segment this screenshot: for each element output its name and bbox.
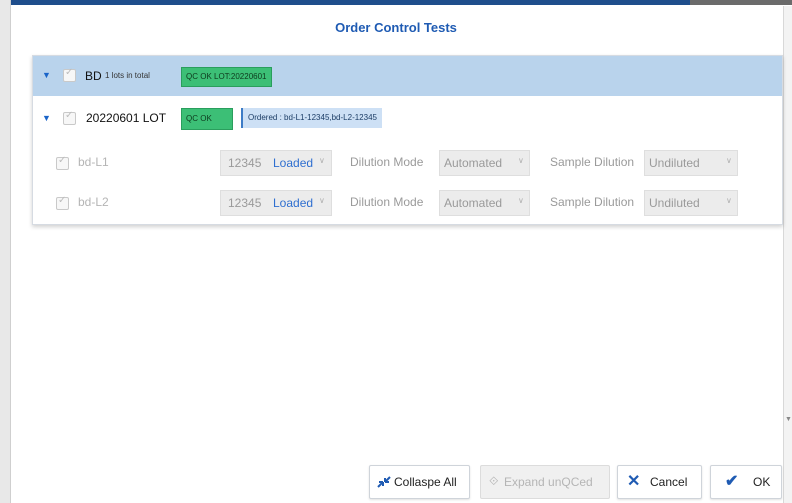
lot-name: 20220601 LOT [86, 111, 167, 125]
lot-status-badge: QC OK [181, 108, 233, 130]
dilution-mode-label: Dilution Mode [350, 195, 424, 209]
chevron-down-icon: ∨ [518, 156, 524, 165]
collapse-all-button[interactable]: Collaspe All [369, 465, 470, 499]
group-row[interactable]: ▼ BD 1 lots in total QC OK LOT:20220601 [33, 56, 782, 96]
lot-ordered-badge: Ordered : bd-L1-12345,bd-L2-12345 [241, 108, 382, 128]
load-state: Loaded [273, 156, 314, 170]
control-tests-panel: ▼ BD 1 lots in total QC OK LOT:20220601 … [32, 55, 783, 225]
chevron-down-icon: ∨ [518, 196, 524, 205]
chevron-down-icon: ∨ [319, 196, 325, 205]
close-icon: ✕ [627, 473, 641, 490]
ok-button[interactable]: ✔ OK [710, 465, 782, 499]
expand-unqced-label: Expand unQCed [504, 475, 593, 489]
scroll-down-icon[interactable]: ▼ [785, 416, 792, 423]
dilution-mode-value: Automated [444, 156, 503, 170]
dilution-mode-select[interactable]: Automated ∨ [439, 190, 530, 216]
group-status-badge: QC OK LOT:20220601 [181, 67, 272, 87]
sample-dilution-select[interactable]: Undiluted ∨ [644, 190, 738, 216]
test-name: bd-L1 [78, 155, 109, 169]
sample-dilution-value: Undiluted [649, 196, 700, 210]
sample-dilution-label: Sample Dilution [550, 155, 635, 169]
sample-dilution-value: Undiluted [649, 156, 700, 170]
lot-number-select[interactable]: 12345 Loaded ∨ [220, 190, 332, 216]
dialog-title: Order Control Tests [335, 20, 457, 35]
expand-group-icon[interactable]: ▼ [42, 70, 51, 80]
dilution-mode-label: Dilution Mode [350, 155, 424, 169]
collapse-all-label: Collaspe All [394, 475, 457, 489]
cancel-label: Cancel [650, 475, 688, 489]
group-checkbox[interactable] [63, 67, 76, 82]
test-checkbox[interactable] [56, 155, 69, 170]
collapse-icon [377, 476, 391, 488]
lot-number-value: 12345 [228, 196, 262, 210]
vertical-scrollbar[interactable]: ▼ [783, 6, 792, 503]
dilution-mode-select[interactable]: Automated ∨ [439, 150, 530, 176]
test-name: bd-L2 [78, 195, 109, 209]
ok-label: OK [753, 475, 771, 489]
dilution-mode-value: Automated [444, 196, 503, 210]
top-right-bar [690, 0, 792, 5]
lot-number-value: 12345 [228, 156, 262, 170]
expand-lot-icon[interactable]: ▼ [42, 113, 51, 123]
expand-unqced-button[interactable]: ⟐ Expand unQCed [480, 465, 610, 499]
chevron-down-icon: ∨ [726, 196, 732, 205]
sample-dilution-select[interactable]: Undiluted ∨ [644, 150, 738, 176]
test-checkbox[interactable] [56, 195, 69, 210]
lot-number-select[interactable]: 12345 Loaded ∨ [220, 150, 332, 176]
window-top-border [0, 0, 792, 6]
chevron-down-icon: ∨ [319, 156, 325, 165]
chevron-down-icon: ∨ [726, 156, 732, 165]
group-name: BD [85, 69, 102, 83]
group-lots-count: 1 lots in total [105, 71, 150, 80]
top-accent-bar [10, 0, 690, 5]
expand-icon: ⟐ [489, 474, 499, 488]
cancel-button[interactable]: ✕ Cancel [617, 465, 702, 499]
load-state: Loaded [273, 196, 314, 210]
sample-dilution-label: Sample Dilution [550, 195, 635, 209]
lot-checkbox[interactable] [63, 110, 76, 125]
checkmark-icon: ✔ [725, 473, 739, 490]
left-window-edge [0, 0, 11, 503]
